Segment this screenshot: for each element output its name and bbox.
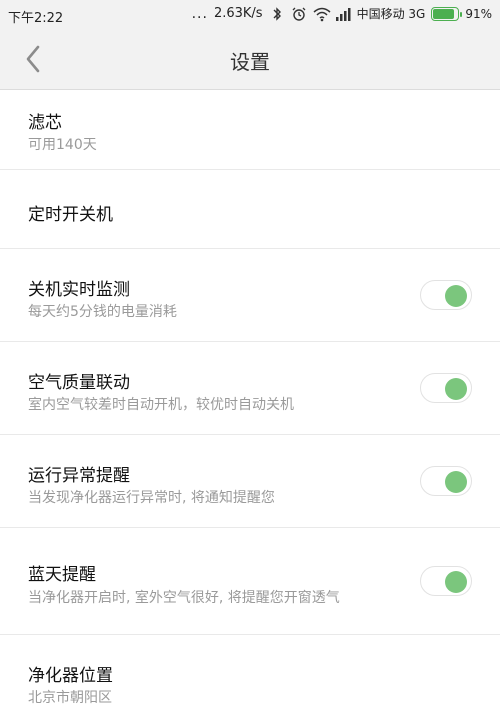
status-bar: 下午2:22 ... 2.63K/s 中国移动 3G 91% [0,0,500,30]
bluetooth-icon [269,6,285,22]
toggle-knob [445,285,467,307]
setting-label: 蓝天提醒 [28,565,96,585]
setting-label: 空气质量联动 [28,373,130,393]
setting-purifier-location[interactable]: 净化器位置 北京市朝阳区 [0,635,500,711]
setting-label: 滤芯 [28,113,62,133]
setting-desc: 北京市朝阳区 [28,690,112,706]
status-time: 下午2:22 [8,11,64,26]
toggle-switch[interactable] [420,280,472,310]
setting-desc: 室内空气较差时自动开机，较优时自动关机 [28,397,294,413]
setting-label: 净化器位置 [28,666,113,686]
toggle-knob [445,378,467,400]
network-speed: 2.63K/s [213,6,263,21]
battery-fill [433,8,455,19]
status-right: ... 2.63K/s 中国移动 3G 91% [192,5,492,22]
setting-desc: 当净化器开启时, 室外空气很好, 将提醒您开窗透气 [28,590,340,606]
battery-icon [431,6,463,21]
settings-screen: 下午2:22 ... 2.63K/s 中国移动 3G 91% 设置 滤芯 可用1… [0,0,500,711]
carrier-label: 中国移动 3G [356,7,426,21]
setting-shutdown-monitor[interactable]: 关机实时监测 每天约5分钱的电量消耗 [0,249,500,342]
setting-abnormal-alert[interactable]: 运行异常提醒 当发现净化器运行异常时, 将通知提醒您 [0,435,500,528]
signal-icon [335,6,351,22]
setting-desc: 每天约5分钱的电量消耗 [28,304,177,320]
toggle-knob [445,471,467,493]
setting-blue-sky-alert[interactable]: 蓝天提醒 当净化器开启时, 室外空气很好, 将提醒您开窗透气 [0,528,500,635]
toggle-knob [445,571,467,593]
toggle-switch[interactable] [420,373,472,403]
setting-desc: 当发现净化器运行异常时, 将通知提醒您 [28,490,275,506]
more-dots-icon: ... [191,5,208,22]
setting-label: 定时开关机 [28,205,113,225]
setting-filter[interactable]: 滤芯 可用140天 [0,90,500,170]
battery-percent: 91% [465,6,492,21]
page-title: 设置 [230,50,270,74]
setting-timer-power[interactable]: 定时开关机 [0,170,500,249]
alarm-icon [291,6,307,22]
settings-list: 滤芯 可用140天 定时开关机 关机实时监测 每天约5分钱的电量消耗 空气质量联… [0,90,500,711]
toggle-switch[interactable] [420,566,472,596]
setting-label: 关机实时监测 [28,280,130,300]
wifi-icon [313,6,331,22]
toggle-switch[interactable] [420,466,472,496]
title-bar: 设置 [0,30,500,90]
setting-label: 运行异常提醒 [28,466,130,486]
setting-air-quality-link[interactable]: 空气质量联动 室内空气较差时自动开机，较优时自动关机 [0,342,500,435]
setting-desc: 可用140天 [28,137,97,153]
